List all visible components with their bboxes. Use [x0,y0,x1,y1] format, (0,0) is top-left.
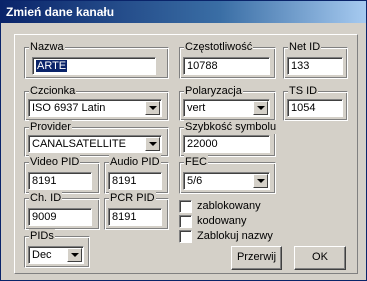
group-szybkosc-symbolu: Szybkość symbolu 22000 [179,120,278,157]
ok-button[interactable]: OK [294,246,346,270]
ts-id-input[interactable]: 1054 [287,99,343,117]
label-czcionka: Czcionka [29,84,77,98]
czcionka-dropdown-arrow-icon[interactable] [145,101,160,115]
pcr-pid-input[interactable]: 8191 [108,208,162,226]
kodowany-checkbox-box[interactable] [179,215,192,228]
szybkosc-symbolu-input[interactable]: 22000 [183,135,270,153]
label-fec: FEC [184,155,208,169]
czestotliwosc-input[interactable]: 10788 [183,57,270,75]
nazwa-input[interactable]: ARTE [32,57,156,75]
label-provider: Provider [29,120,72,134]
provider-select[interactable]: CANALSATELLITE [28,135,162,153]
pids-dropdown-arrow-icon[interactable] [67,248,82,262]
zablokuj-nazwy-checkbox-box[interactable] [179,230,192,243]
label-ch-id: Ch. ID [29,191,63,205]
group-fec: FEC 5/6 [179,155,276,194]
label-pcr-pid: PCR PID [109,191,156,205]
zablokuj-nazwy-checkbox[interactable]: Zablokuj nazwy [179,230,273,244]
label-video-pid: Video PID [29,155,81,169]
label-nazwa: Nazwa [29,40,65,54]
label-polaryzacja: Polaryzacja [184,84,243,98]
label-pids: PIDs [29,229,55,243]
label-ts-id: TS ID [288,84,319,98]
group-polaryzacja: Polaryzacja vert [179,84,276,121]
czcionka-value: ISO 6937 Latin [32,102,106,114]
polaryzacja-value: vert [187,102,206,114]
dialog-client-area: Nazwa ARTE Częstotliwość 10788 Net ID 13… [14,34,358,274]
provider-value: CANALSATELLITE [32,138,126,150]
group-ch-id: Ch. ID 9009 [24,191,100,230]
provider-dropdown-arrow-icon[interactable] [145,137,160,151]
label-czestotliwosc: Częstotliwość [184,40,254,54]
zablokowany-checkbox[interactable]: zablokowany [179,200,261,214]
zablokowany-label: zablokowany [197,200,261,212]
fec-dropdown-arrow-icon[interactable] [253,174,268,188]
label-szybkosc-symbolu: Szybkość symbolu [184,120,278,134]
ch-id-input[interactable]: 9009 [28,208,92,226]
dialog-window: Zmień dane kanału Nazwa ARTE Częstotliwo… [0,0,367,281]
zablokuj-nazwy-label: Zablokuj nazwy [197,230,273,242]
group-provider: Provider CANALSATELLITE [24,120,169,157]
group-video-pid: Video PID 8191 [24,155,100,194]
label-audio-pid: Audio PID [109,155,161,169]
group-audio-pid: Audio PID 8191 [104,155,169,194]
group-pids: PIDs Dec [24,229,90,268]
video-pid-input[interactable]: 8191 [28,172,92,190]
polaryzacja-dropdown-arrow-icon[interactable] [253,101,268,115]
kodowany-checkbox[interactable]: kodowany [179,215,247,229]
group-czestotliwosc: Częstotliwość 10788 [179,40,276,79]
fec-select[interactable]: 5/6 [183,172,270,190]
label-net-id: Net ID [288,40,322,54]
kodowany-label: kodowany [197,215,247,227]
group-czcionka: Czcionka ISO 6937 Latin [24,84,169,121]
pids-select[interactable]: Dec [28,246,84,264]
polaryzacja-select[interactable]: vert [183,99,270,117]
czcionka-select[interactable]: ISO 6937 Latin [28,99,162,117]
group-nazwa: Nazwa ARTE [24,40,169,79]
title-bar: Zmień dane kanału [1,1,366,23]
pids-value: Dec [32,249,52,261]
nazwa-value: ARTE [36,60,68,72]
net-id-input[interactable]: 133 [287,57,343,75]
group-pcr-pid: PCR PID 8191 [104,191,169,230]
cancel-button[interactable]: Przerwij [231,246,282,270]
group-ts-id: TS ID 1054 [283,84,348,121]
zablokowany-checkbox-box[interactable] [179,200,192,213]
fec-value: 5/6 [187,175,203,187]
audio-pid-input[interactable]: 8191 [108,172,162,190]
group-net-id: Net ID 133 [283,40,348,79]
